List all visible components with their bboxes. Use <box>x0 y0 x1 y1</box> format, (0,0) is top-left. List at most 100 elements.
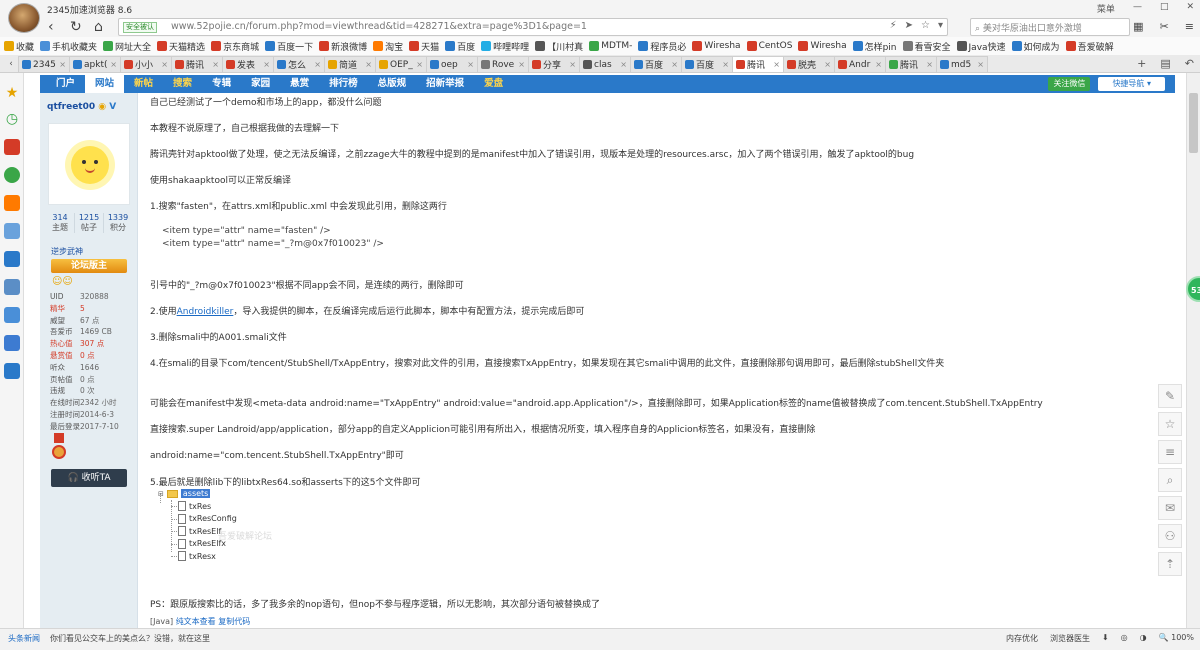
bookmark-item[interactable]: 怎样pin <box>852 40 897 53</box>
browser-tab[interactable]: oep × <box>426 56 478 72</box>
browser-tab[interactable]: 腾讯 × <box>885 56 937 72</box>
forum-nav-item[interactable]: 新帖 <box>124 75 163 93</box>
tab-close-icon[interactable]: × <box>518 60 525 69</box>
favorite-star-icon[interactable]: ☆ <box>1158 412 1182 436</box>
news-label[interactable]: 头条新闻 <box>8 633 40 644</box>
browser-tab[interactable]: Andr × <box>834 56 886 72</box>
user-avatar-icon[interactable] <box>8 3 40 33</box>
bookmark-item[interactable]: 手机收藏夹 <box>40 40 97 53</box>
tab-close-icon[interactable]: × <box>620 60 627 69</box>
medal-icon[interactable] <box>52 433 66 463</box>
game-icon[interactable] <box>4 223 20 239</box>
tab-close-icon[interactable]: × <box>773 60 780 69</box>
tab-close-icon[interactable]: × <box>467 60 474 69</box>
browser-tab[interactable]: 百度 × <box>630 56 682 72</box>
tab-close-icon[interactable]: × <box>263 60 270 69</box>
back-arrow-icon[interactable]: ‹ <box>48 19 54 35</box>
browser-tab[interactable]: 小小 × <box>120 56 172 72</box>
browser-tab[interactable]: clas × <box>579 56 631 72</box>
tab-close-icon[interactable]: × <box>977 60 984 69</box>
apps-icon[interactable] <box>4 363 20 379</box>
code-view-links[interactable]: 纯文本查看 复制代码 <box>176 617 251 626</box>
minimize-button[interactable]: — <box>1133 2 1142 15</box>
notes-icon[interactable] <box>4 307 20 323</box>
browser-tab[interactable]: 简道 × <box>324 56 376 72</box>
menu-button[interactable]: 菜单 <box>1097 2 1115 15</box>
browser-tab[interactable]: 腾讯 × <box>171 56 223 72</box>
forum-nav-item[interactable]: 爱盘 <box>474 75 513 93</box>
new-tab-icon[interactable]: + <box>1137 57 1146 70</box>
download-icon[interactable]: ⬇ <box>1102 633 1109 644</box>
send-icon[interactable]: ➤ <box>905 20 913 31</box>
edit-icon[interactable]: ✎ <box>1158 384 1182 408</box>
search-input[interactable]: ⌕ 美对华原油出口意外激增 <box>970 18 1130 36</box>
bookmark-item[interactable]: 【川村真 <box>535 40 583 53</box>
androidkiller-link[interactable]: Androidkiller <box>177 307 234 317</box>
bookmark-item[interactable]: Java快速 <box>956 40 1006 53</box>
forum-nav-item[interactable]: 总版规 <box>368 75 417 93</box>
browser-tab[interactable]: apkt(× <box>69 56 121 72</box>
browser-tab[interactable]: 脱壳 × <box>783 56 835 72</box>
news-headline[interactable]: 你们看见公交车上的美点么？没错，就在这里 <box>50 633 210 644</box>
browser-tab[interactable]: 腾讯 × <box>732 56 784 72</box>
wechat-icon[interactable]: ✉ <box>1158 496 1182 520</box>
forum-nav-item[interactable]: 招新举报 <box>416 75 474 93</box>
forum-nav-item[interactable]: 排行榜 <box>319 75 368 93</box>
author-stat[interactable]: 314 主题 <box>46 213 75 233</box>
address-bar[interactable]: 安全被认 www.52pojie.cn/forum.php?mod=viewth… <box>118 18 948 36</box>
user-icon[interactable]: ⚇ <box>1158 524 1182 548</box>
bookmark-item[interactable]: 哔哩哔哩 <box>481 40 529 53</box>
memory-optimize-button[interactable]: 内存优化 <box>1006 633 1038 644</box>
taobao-icon[interactable] <box>4 195 20 211</box>
forum-nav-item[interactable]: 专辑 <box>202 75 241 93</box>
bookmark-item[interactable]: 天猫 <box>409 40 439 53</box>
forum-nav-item[interactable]: 悬赏 <box>280 75 319 93</box>
bookmark-item[interactable]: 看雪安全 <box>902 40 951 53</box>
browser-tab[interactable]: md5 × <box>936 56 988 72</box>
chat-icon[interactable] <box>4 167 20 183</box>
back-to-top-icon[interactable]: ⇡ <box>1158 552 1182 576</box>
bookmark-item[interactable]: 收藏 <box>4 40 34 53</box>
author-stat[interactable]: 1339 积分 <box>104 213 132 233</box>
quick-nav-button[interactable]: 快捷导航 ▾ <box>1098 77 1165 91</box>
tab-close-icon[interactable]: × <box>110 60 117 69</box>
bookmark-item[interactable]: Wiresha <box>798 41 847 51</box>
forum-nav-item[interactable]: 家园 <box>241 75 280 93</box>
lightning-icon[interactable]: ⚡ <box>890 20 897 31</box>
bookmark-item[interactable]: MDTM- <box>589 41 632 51</box>
author-avatar[interactable] <box>48 123 130 205</box>
dropdown-icon[interactable]: ▾ <box>938 20 943 31</box>
tab-close-icon[interactable]: × <box>926 60 933 69</box>
browser-tab[interactable]: 百度 × <box>681 56 733 72</box>
tab-close-icon[interactable]: × <box>161 60 168 69</box>
follow-wechat-button[interactable]: 关注微信 <box>1048 77 1091 91</box>
bookmark-item[interactable]: 百度 <box>445 40 475 53</box>
weibo-icon[interactable] <box>4 139 20 155</box>
tab-close-icon[interactable]: × <box>875 60 882 69</box>
menu-lines-icon[interactable]: ≡ <box>1185 20 1194 33</box>
book-icon[interactable] <box>4 335 20 351</box>
browser-tab[interactable]: Rove × <box>477 56 529 72</box>
bookmark-item[interactable]: 如何成为 <box>1011 40 1060 53</box>
reload-icon[interactable]: ↻ <box>70 19 82 35</box>
tab-scroll-left-icon[interactable]: ‹ <box>4 59 18 69</box>
zoom-level[interactable]: 🔍 100% <box>1159 633 1194 644</box>
forum-nav-item[interactable]: 搜索 <box>163 75 202 93</box>
tab-close-icon[interactable]: × <box>569 60 576 69</box>
tab-close-icon[interactable]: × <box>824 60 831 69</box>
browser-tab[interactable]: 怎么 × <box>273 56 325 72</box>
tab-close-icon[interactable]: × <box>416 60 423 69</box>
url-text[interactable]: www.52pojie.cn/forum.php?mod=viewthread&… <box>171 21 587 32</box>
browser-tab[interactable]: 发表 × <box>222 56 274 72</box>
tab-close-icon[interactable]: × <box>314 60 321 69</box>
tab-close-icon[interactable]: × <box>59 60 66 69</box>
favorites-star-icon[interactable]: ★ <box>4 85 20 101</box>
browser-tab[interactable]: 分享 × <box>528 56 580 72</box>
home-icon[interactable]: ⌂ <box>94 19 103 35</box>
cut-icon[interactable]: ✂ <box>1160 20 1169 33</box>
tab-close-icon[interactable]: × <box>671 60 678 69</box>
tab-close-icon[interactable]: × <box>212 60 219 69</box>
history-clock-icon[interactable]: ◷ <box>4 111 20 127</box>
bookmark-item[interactable]: 京东商城 <box>211 40 259 53</box>
forum-nav-item[interactable]: 门户 <box>46 75 85 93</box>
